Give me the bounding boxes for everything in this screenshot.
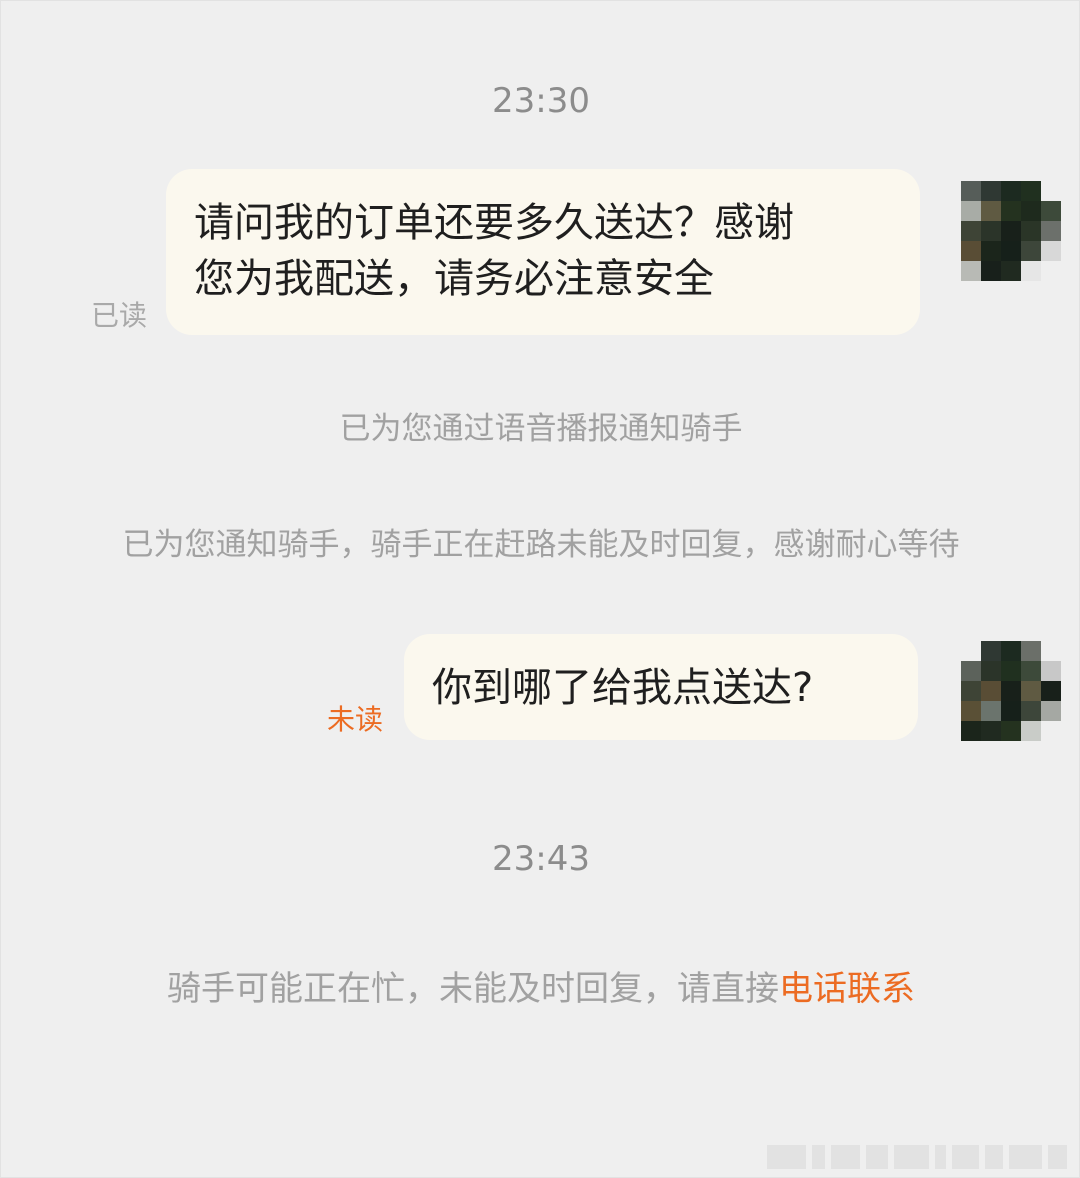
unread-status: 未读 <box>327 703 384 736</box>
message-text-line: 您为我配送，请务必注意安全 <box>194 256 714 302</box>
chat-screen: 23:30 已读 请问我的订单还要多久送达？感谢 您为我配送，请务必注意安全 已… <box>0 0 1080 1178</box>
message-text: 你到哪了给我点送达? <box>432 665 814 711</box>
message-text-line: 请问我的订单还要多久送达？感谢 <box>194 200 794 246</box>
notice-text: 骑手可能正在忙，未能及时回复，请直接 <box>167 969 779 1009</box>
avatar-icon[interactable] <box>961 181 1061 281</box>
watermark <box>767 1139 1068 1169</box>
timestamp: 23:43 <box>492 839 590 879</box>
system-message: 已为您通知骑手，骑手正在赶路未能及时回复，感谢耐心等待 <box>122 527 960 563</box>
timestamp: 23:30 <box>492 81 590 121</box>
avatar-icon[interactable] <box>961 641 1061 741</box>
message-bubble[interactable]: 你到哪了给我点送达? <box>404 634 918 740</box>
system-message: 已为您通过语音播报通知骑手 <box>339 411 743 447</box>
phone-contact-link[interactable]: 电话联系 <box>779 969 915 1009</box>
message-bubble[interactable]: 请问我的订单还要多久送达？感谢 您为我配送，请务必注意安全 <box>166 169 920 335</box>
system-notice: 骑手可能正在忙，未能及时回复，请直接电话联系 <box>131 967 951 1011</box>
read-status: 已读 <box>91 299 148 332</box>
